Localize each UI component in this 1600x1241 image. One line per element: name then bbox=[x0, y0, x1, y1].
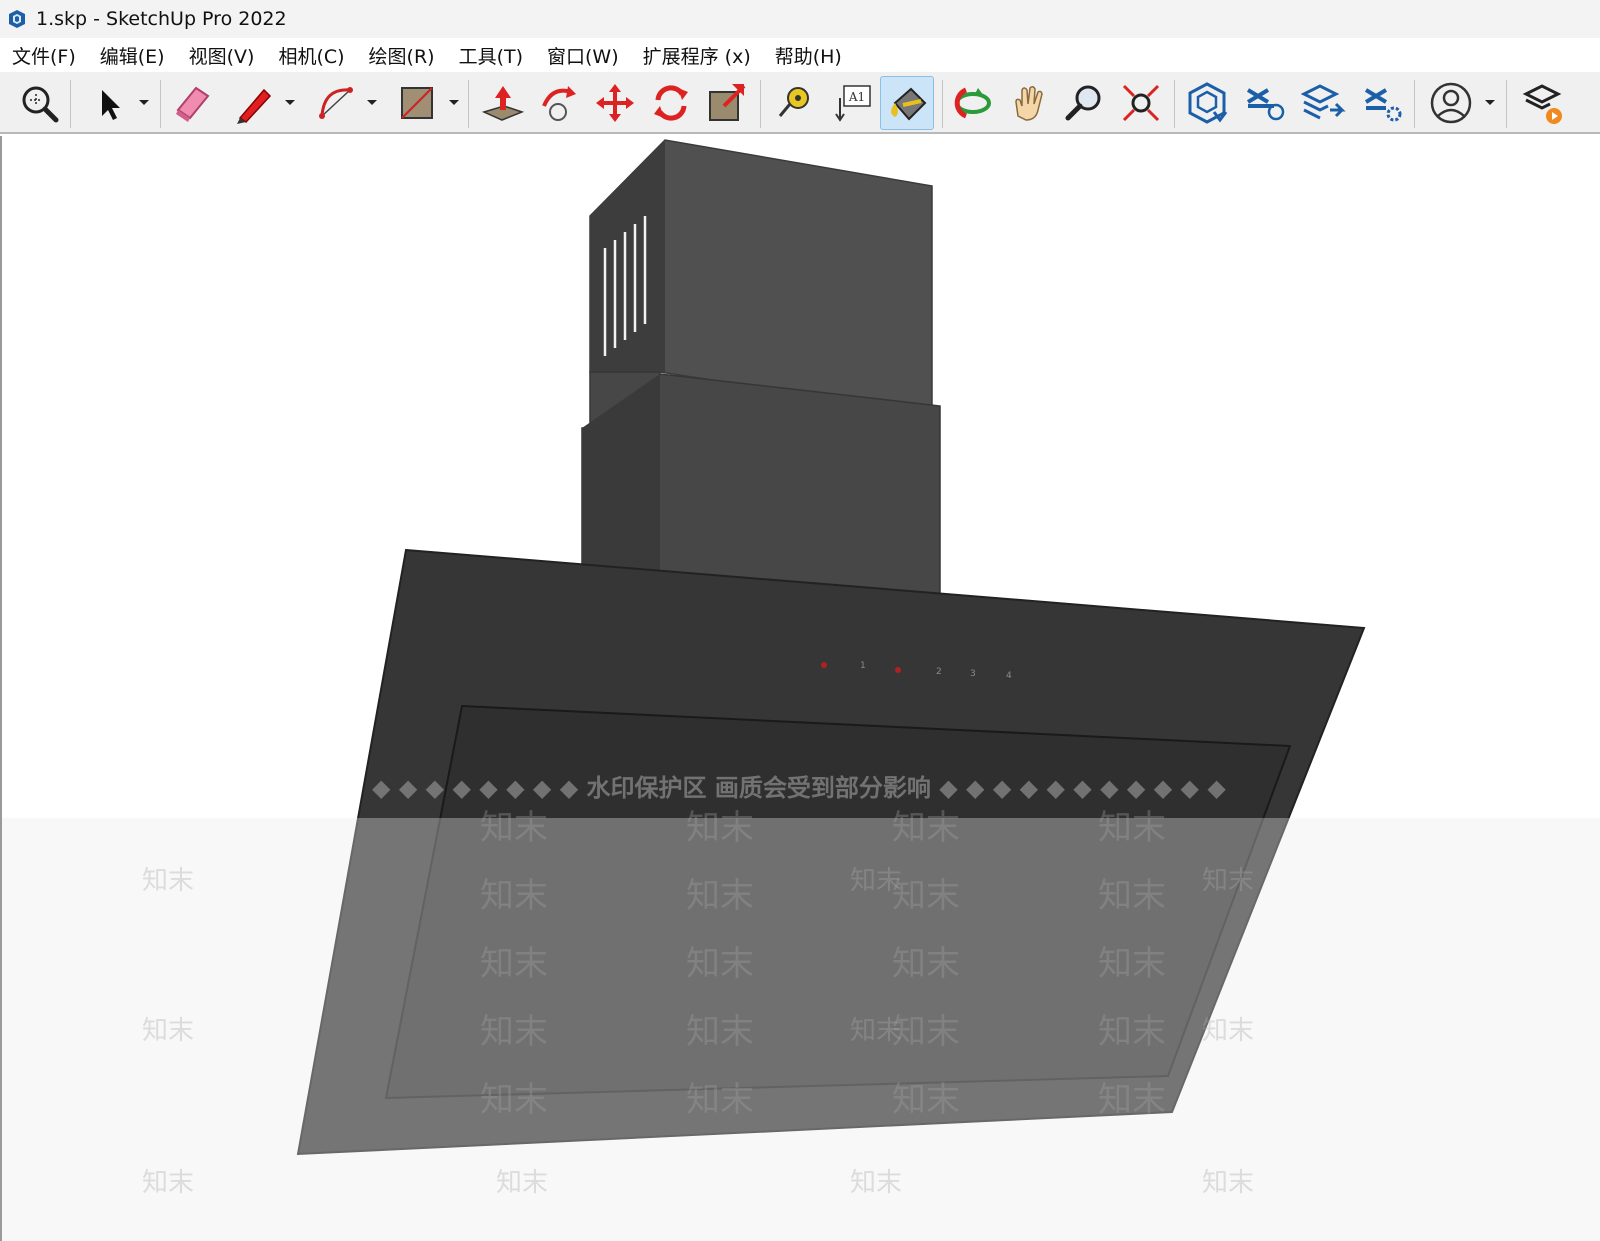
rotate-icon[interactable] bbox=[644, 76, 698, 130]
extension-warehouse-icon[interactable] bbox=[1238, 76, 1292, 130]
menu-extensions[interactable]: 扩展程序 (x) bbox=[635, 39, 759, 72]
menu-help[interactable]: 帮助(H) bbox=[767, 39, 850, 72]
pencil-line-icon[interactable] bbox=[226, 76, 280, 130]
eraser-icon[interactable] bbox=[166, 76, 220, 130]
watermark-text: 知末 bbox=[850, 866, 903, 896]
account-dropdown-icon[interactable] bbox=[1482, 94, 1498, 110]
svg-text:A1: A1 bbox=[848, 90, 865, 104]
menu-tools[interactable]: 工具(T) bbox=[451, 39, 531, 72]
watermark-text: 知末 bbox=[480, 944, 548, 984]
push-pull-icon[interactable] bbox=[476, 76, 530, 130]
layout-send-icon[interactable] bbox=[1296, 76, 1350, 130]
arc-dropdown-icon[interactable] bbox=[364, 94, 380, 110]
watermark-text: 知末 bbox=[850, 1016, 903, 1046]
tape-measure-icon[interactable] bbox=[768, 76, 822, 130]
menu-view[interactable]: 视图(V) bbox=[181, 39, 263, 72]
rectangle-icon[interactable] bbox=[390, 76, 444, 130]
menu-camera[interactable]: 相机(C) bbox=[270, 39, 352, 72]
menu-draw[interactable]: 绘图(R) bbox=[361, 39, 443, 72]
title-bar: 1.skp - SketchUp Pro 2022 bbox=[0, 0, 1600, 38]
watermark-text: 知末 bbox=[480, 1012, 548, 1052]
watermark-text: 知末 bbox=[142, 866, 195, 896]
pencil-dropdown-icon[interactable] bbox=[282, 94, 298, 110]
svg-text:2: 2 bbox=[936, 667, 942, 677]
watermark-band bbox=[2, 818, 1600, 1241]
watermark-text: 知末 bbox=[496, 1168, 549, 1198]
trimble-connect-icon[interactable] bbox=[1512, 76, 1566, 130]
watermark-text: 知末 bbox=[892, 1012, 960, 1052]
svg-text:3: 3 bbox=[970, 669, 976, 679]
orbit-icon[interactable] bbox=[946, 76, 1000, 130]
window-title: 1.skp - SketchUp Pro 2022 bbox=[36, 8, 287, 30]
menu-window[interactable]: 窗口(W) bbox=[539, 39, 627, 72]
select-dropdown-icon[interactable] bbox=[136, 94, 152, 110]
watermark-text: 知末 bbox=[1202, 866, 1255, 896]
watermark-text: 知末 bbox=[480, 876, 548, 916]
watermark-text: 知末 bbox=[480, 1080, 548, 1120]
menu-edit[interactable]: 编辑(E) bbox=[92, 39, 173, 72]
watermark-text: 知末 bbox=[1202, 1168, 1255, 1198]
watermark-text: 知末 bbox=[142, 1016, 195, 1046]
watermark-text: 知末 bbox=[142, 1168, 195, 1198]
extension-manager-icon[interactable] bbox=[1356, 76, 1410, 130]
rectangle-dropdown-icon[interactable] bbox=[446, 94, 462, 110]
watermark-text: 知末 bbox=[686, 808, 754, 848]
main-toolbar: A1 bbox=[0, 72, 1600, 134]
3d-warehouse-icon[interactable] bbox=[1180, 76, 1234, 130]
watermark-text: 知末 bbox=[480, 808, 548, 848]
watermark-text: 知末 bbox=[1098, 944, 1166, 984]
move-icon[interactable] bbox=[588, 76, 642, 130]
text-label-icon[interactable]: A1 bbox=[824, 76, 878, 130]
svg-text:4: 4 bbox=[1006, 671, 1012, 681]
select-arrow-icon[interactable] bbox=[80, 76, 134, 130]
follow-me-icon[interactable] bbox=[532, 76, 586, 130]
watermark-text: 知末 bbox=[1098, 1080, 1166, 1120]
watermark-text: 知末 bbox=[850, 1168, 903, 1198]
zoom-icon[interactable] bbox=[1058, 76, 1112, 130]
watermark-text: 知末 bbox=[1098, 876, 1166, 916]
watermark-text: 知末 bbox=[686, 944, 754, 984]
arc-icon[interactable] bbox=[308, 76, 362, 130]
menu-bar: 文件(F) 编辑(E) 视图(V) 相机(C) 绘图(R) 工具(T) 窗口(W… bbox=[0, 38, 1600, 72]
account-icon[interactable] bbox=[1424, 76, 1478, 130]
model-viewport[interactable]: 1 2 3 4 ◆ ◆ ◆ ◆ ◆ ◆ ◆ ◆ 水印保护区 画质会受到部分影响 … bbox=[0, 136, 1600, 1241]
menu-file[interactable]: 文件(F) bbox=[4, 39, 84, 72]
watermark-text: 知末 bbox=[892, 944, 960, 984]
watermark-text: 知末 bbox=[892, 876, 960, 916]
watermark-text: 知末 bbox=[1098, 1012, 1166, 1052]
watermark-text: 知末 bbox=[892, 1080, 960, 1120]
watermark-text: 知末 bbox=[1098, 808, 1166, 848]
svg-text:1: 1 bbox=[860, 661, 866, 671]
sketchup-app-icon bbox=[6, 8, 28, 30]
watermark-text: 知末 bbox=[892, 808, 960, 848]
watermark-text: 知末 bbox=[686, 1080, 754, 1120]
zoom-extents-icon[interactable] bbox=[1114, 76, 1168, 130]
pan-hand-icon[interactable] bbox=[1002, 76, 1056, 130]
watermark-text: 知末 bbox=[686, 876, 754, 916]
paint-bucket-icon[interactable] bbox=[880, 76, 934, 130]
scale-icon[interactable] bbox=[700, 76, 754, 130]
watermark-text: 知末 bbox=[1202, 1016, 1255, 1046]
watermark-banner: ◆ ◆ ◆ ◆ ◆ ◆ ◆ ◆ 水印保护区 画质会受到部分影响 ◆ ◆ ◆ ◆ … bbox=[372, 774, 1226, 802]
watermark-text: 知末 bbox=[686, 1012, 754, 1052]
zoom-window-icon[interactable] bbox=[12, 76, 66, 130]
